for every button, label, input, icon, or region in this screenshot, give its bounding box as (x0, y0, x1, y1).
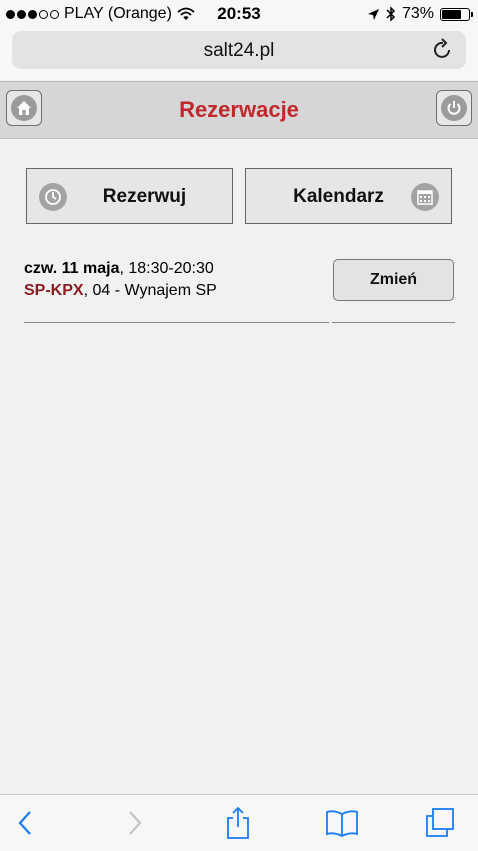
browser-chrome: salt24.pl (0, 28, 478, 80)
reservation-when: czw. 11 maja, 18:30-20:30 (24, 260, 214, 278)
aircraft-registration: SP-KPX (24, 282, 84, 299)
battery-icon (440, 7, 473, 21)
tabs-icon[interactable] (423, 806, 457, 840)
reservation-what: SP-KPX, 04 - Wynajem SP (24, 282, 217, 300)
reload-icon[interactable] (432, 37, 454, 61)
power-icon[interactable] (445, 99, 463, 117)
location-arrow-icon (367, 8, 379, 20)
tabs-button[interactable] (420, 805, 460, 841)
calendar-icon (411, 183, 439, 211)
change-reservation-button[interactable]: Zmień (333, 259, 454, 301)
address-bar[interactable]: salt24.pl (12, 31, 466, 69)
forward-button[interactable] (114, 805, 154, 841)
share-icon[interactable] (224, 806, 252, 840)
status-bar: PLAY (Orange) 20:53 73% (0, 0, 478, 28)
reload-button[interactable] (432, 37, 454, 66)
forward-icon[interactable] (124, 809, 144, 837)
bluetooth-icon (386, 6, 396, 22)
reservation-details: , 04 - Wynajem SP (83, 282, 217, 299)
reserve-label: Rezerwuj (102, 186, 187, 207)
reserve-button[interactable]: Rezerwuj (26, 168, 233, 224)
bookmarks-icon[interactable] (324, 808, 360, 838)
battery-percent: 73% (401, 5, 434, 22)
browser-toolbar (0, 794, 478, 851)
reservation-time: , 18:30-20:30 (119, 260, 214, 277)
back-icon[interactable] (16, 809, 36, 837)
status-right: 73% (367, 5, 473, 23)
back-button[interactable] (6, 805, 46, 841)
app-header: Rezerwacje (0, 81, 478, 139)
divider (24, 322, 329, 323)
url-text[interactable]: salt24.pl (12, 40, 466, 62)
reservation-date: czw. 11 maja (24, 260, 120, 277)
calendar-button[interactable]: Kalendarz (245, 168, 452, 224)
divider (332, 322, 455, 323)
bookmarks-button[interactable] (322, 805, 362, 841)
logout-button[interactable] (436, 90, 472, 126)
page-title: Rezerwacje (179, 97, 299, 122)
share-button[interactable] (218, 805, 258, 841)
